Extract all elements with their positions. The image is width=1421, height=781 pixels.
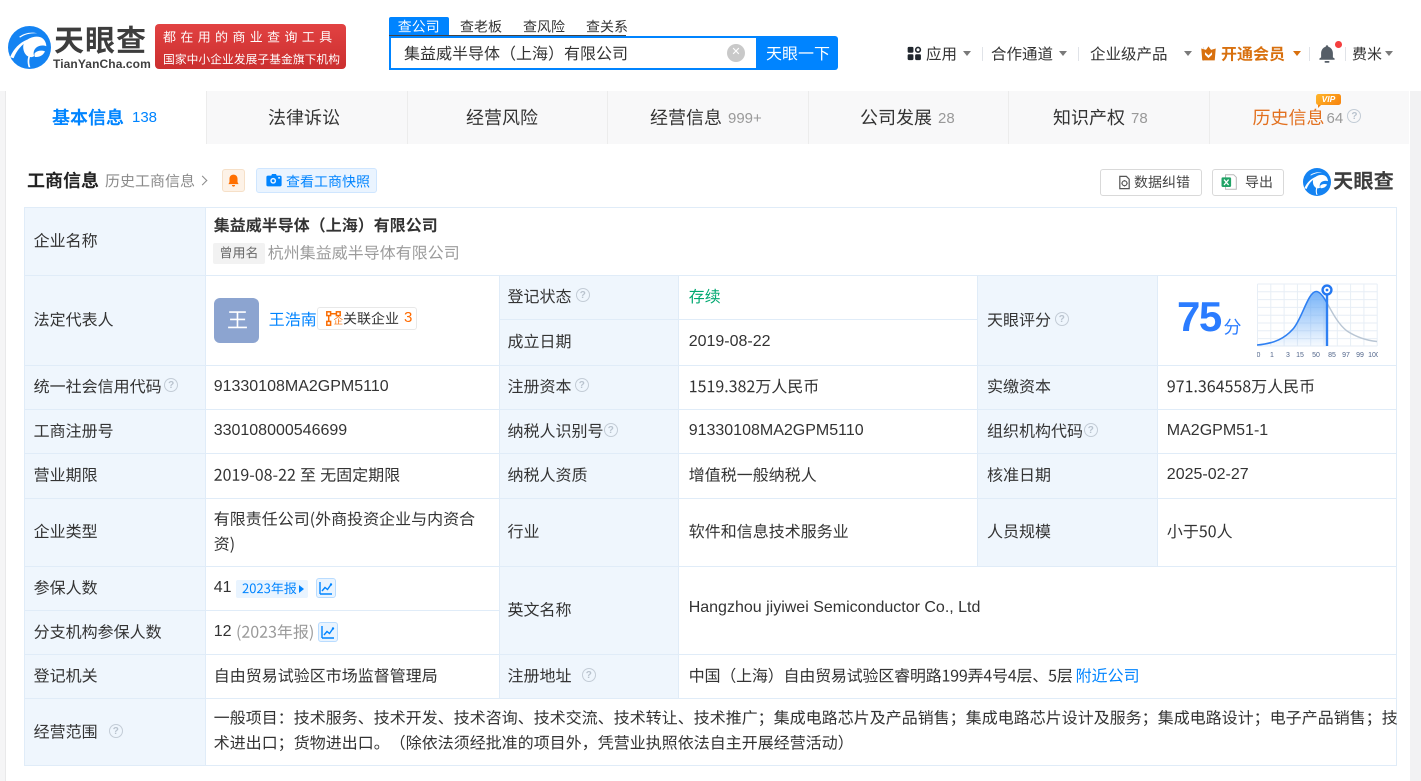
svg-text:99: 99 [1356, 352, 1364, 359]
svg-text:0: 0 [1257, 352, 1261, 359]
svg-text:50: 50 [1312, 352, 1320, 359]
svg-text:97: 97 [1342, 352, 1350, 359]
svg-text:1: 1 [1270, 352, 1274, 359]
svg-text:3: 3 [1286, 352, 1290, 359]
svg-text:15: 15 [1296, 352, 1304, 359]
svg-text:85: 85 [1328, 352, 1336, 359]
svg-text:100: 100 [1368, 352, 1378, 359]
